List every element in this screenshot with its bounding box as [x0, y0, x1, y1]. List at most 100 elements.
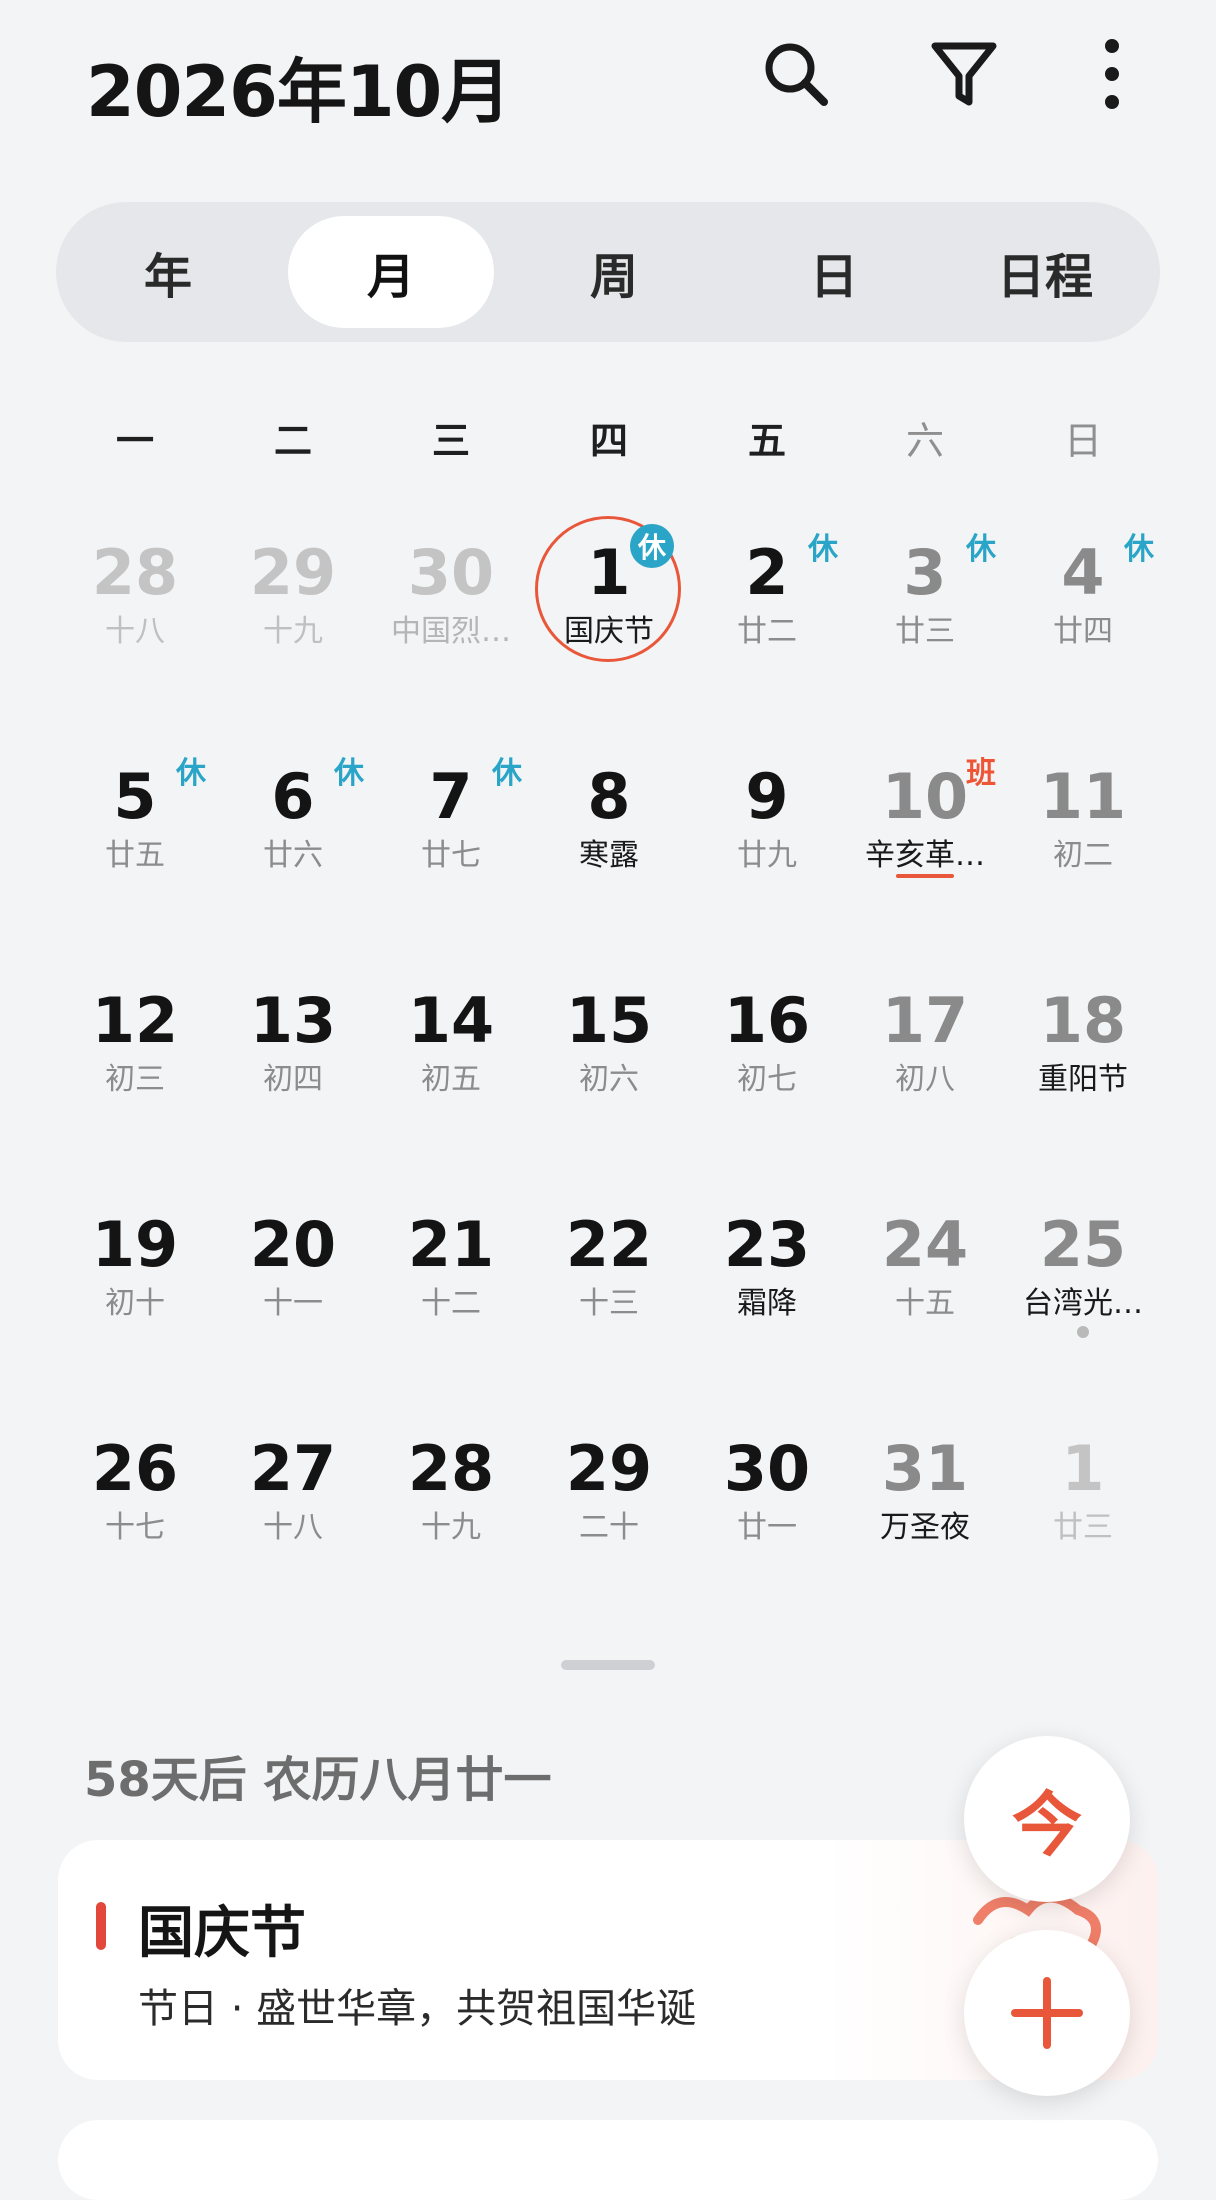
day-cell[interactable]: 31 万圣夜: [846, 1396, 1004, 1620]
holiday-badge: 休: [176, 756, 206, 791]
day-number: 24: [881, 1208, 969, 1281]
holiday-badge: 休: [630, 524, 674, 568]
day-cell[interactable]: 26 十七: [56, 1396, 214, 1620]
day-number: 25: [1039, 1208, 1127, 1281]
tab-day[interactable]: 日: [734, 216, 934, 328]
day-cell[interactable]: 22 十三: [530, 1172, 688, 1396]
day-cell[interactable]: 6 廿六休: [214, 724, 372, 948]
event-underline: [896, 874, 954, 878]
lunar-date: 初二: [1053, 838, 1113, 873]
day-cell[interactable]: 25 台湾光…: [1004, 1172, 1162, 1396]
day-cell[interactable]: 30 中国烈…: [372, 500, 530, 724]
lunar-date: 十八: [263, 1510, 323, 1545]
lunar-date: 初十: [105, 1286, 165, 1321]
day-number: 21: [407, 1208, 495, 1281]
holiday-badge: 休: [492, 756, 522, 791]
day-cell[interactable]: 16 初七: [688, 948, 846, 1172]
day-cell[interactable]: 29 十九: [214, 500, 372, 724]
day-cell[interactable]: 12 初三: [56, 948, 214, 1172]
festival-label: 台湾光…: [1023, 1286, 1143, 1321]
tab-schedule[interactable]: 日程: [942, 216, 1148, 328]
tab-month[interactable]: 月: [288, 216, 494, 328]
festival-label: 万圣夜: [880, 1510, 970, 1545]
weekday-fri: 五: [747, 419, 786, 463]
search-icon[interactable]: [758, 36, 834, 112]
lunar-date: 廿六: [263, 838, 323, 873]
lunar-date: 十二: [421, 1286, 481, 1321]
view-switcher: 年 月 周 日 日程: [56, 202, 1160, 342]
tab-year[interactable]: 年: [68, 216, 268, 328]
day-cell[interactable]: 5 廿五休: [56, 724, 214, 948]
holiday-badge: 休: [966, 532, 996, 567]
lunar-date: 初六: [579, 1062, 639, 1097]
calendar-grid: 28 十八 29 十九 30 中国烈… 1 国庆节休 2 廿二休 3 廿三休 4 廿四休 5 廿五休 6 廿六休 7…: [56, 500, 1160, 1590]
add-event-button[interactable]: [964, 1930, 1130, 2096]
lunar-date: 初四: [263, 1062, 323, 1097]
day-cell[interactable]: 2 廿二休: [688, 500, 846, 724]
day-number: 17: [881, 984, 969, 1057]
day-number: 14: [407, 984, 495, 1057]
plus-icon: [1011, 1977, 1083, 2049]
festival-label: 中国烈…: [391, 614, 511, 649]
day-cell[interactable]: 7 廿七休: [372, 724, 530, 948]
day-number: 30: [407, 536, 495, 609]
day-cell[interactable]: 10 辛亥革… 班: [846, 724, 1004, 948]
day-number: 20: [249, 1208, 337, 1281]
day-number: 13: [249, 984, 337, 1057]
day-cell[interactable]: 27 十八: [214, 1396, 372, 1620]
day-cell[interactable]: 8 寒露: [530, 724, 688, 948]
day-number: 19: [91, 1208, 179, 1281]
event-title: 国庆节: [138, 1901, 306, 1966]
festival-label: 国庆节: [564, 614, 654, 649]
day-cell[interactable]: 13 初四: [214, 948, 372, 1172]
filter-icon[interactable]: [926, 36, 1002, 112]
month-title[interactable]: 2026年10月: [86, 36, 511, 137]
lunar-date: 廿七: [421, 838, 481, 873]
day-number: 18: [1039, 984, 1127, 1057]
lunar-date: 初八: [895, 1062, 955, 1097]
header: 2026年10月: [0, 0, 1216, 160]
day-number: 29: [249, 536, 337, 609]
tab-week[interactable]: 周: [514, 216, 714, 328]
day-number: 15: [565, 984, 653, 1057]
lunar-date: 廿三: [1053, 1510, 1113, 1545]
day-number: 11: [1039, 760, 1127, 833]
festival-label: 辛亥革…: [865, 838, 985, 873]
day-cell[interactable]: 1 国庆节休: [530, 500, 688, 724]
weekday-tue: 二: [273, 419, 312, 463]
day-cell[interactable]: 18 重阳节: [1004, 948, 1162, 1172]
day-cell[interactable]: 3 廿三休: [846, 500, 1004, 724]
day-cell[interactable]: 19 初十: [56, 1172, 214, 1396]
day-cell[interactable]: 9 廿九: [688, 724, 846, 948]
day-cell[interactable]: 15 初六: [530, 948, 688, 1172]
more-icon[interactable]: [1074, 36, 1150, 112]
drag-handle[interactable]: [561, 1660, 655, 1670]
day-cell[interactable]: 24 十五: [846, 1172, 1004, 1396]
lunar-date: 十九: [263, 614, 323, 649]
day-cell[interactable]: 1 廿三: [1004, 1396, 1162, 1620]
day-number: 28: [407, 1432, 495, 1505]
today-button[interactable]: 今: [964, 1736, 1130, 1902]
day-cell[interactable]: 17 初八: [846, 948, 1004, 1172]
day-cell[interactable]: 4 廿四休: [1004, 500, 1162, 724]
lunar-date: 初三: [105, 1062, 165, 1097]
holiday-badge: 休: [1124, 532, 1154, 567]
next-event-card[interactable]: [58, 2120, 1158, 2200]
lunar-date: 二十: [579, 1510, 639, 1545]
day-cell[interactable]: 28 十八: [56, 500, 214, 724]
day-cell[interactable]: 20 十一: [214, 1172, 372, 1396]
day-number: 8: [587, 760, 631, 833]
day-cell[interactable]: 11 初二: [1004, 724, 1162, 948]
day-cell[interactable]: 29 二十: [530, 1396, 688, 1620]
festival-label: 寒露: [579, 838, 639, 873]
day-cell[interactable]: 21 十二: [372, 1172, 530, 1396]
lunar-date: 廿五: [105, 838, 165, 873]
day-cell[interactable]: 28 十九: [372, 1396, 530, 1620]
holiday-badge: 休: [808, 532, 838, 567]
day-number: 9: [745, 760, 789, 833]
day-number: 1: [1061, 1432, 1105, 1505]
day-cell[interactable]: 23 霜降: [688, 1172, 846, 1396]
day-cell[interactable]: 30 廿一: [688, 1396, 846, 1620]
day-cell[interactable]: 14 初五: [372, 948, 530, 1172]
event-color-bar: [96, 1902, 106, 1950]
